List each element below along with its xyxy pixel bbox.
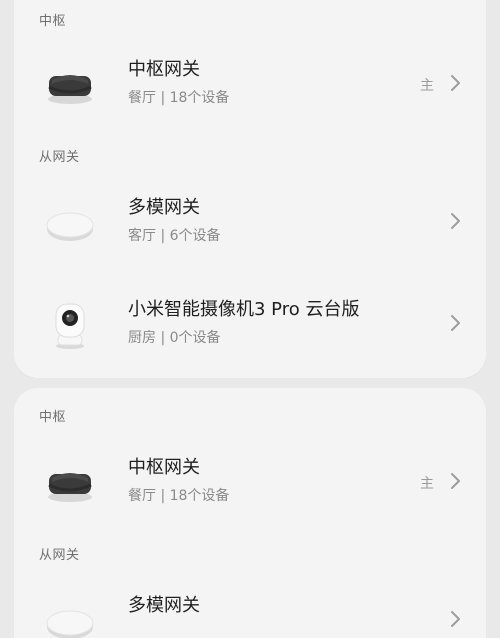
section-label-sub: 从网关 [39, 548, 80, 563]
chevron-right-icon [450, 212, 462, 230]
gateway-row-sub-1[interactable]: 多模网关 客厅 | 6个设备 [14, 188, 486, 260]
chevron-right-icon [450, 74, 462, 92]
primary-tag: 主 [420, 476, 434, 492]
device-name: 多模网关 [128, 197, 200, 218]
device-name: 中枢网关 [128, 59, 200, 80]
gateway-panel-bottom: 中枢 中枢网关 餐厅 | 18个设备 主 从网关 多模网关 [14, 388, 486, 638]
device-name: 小米智能摄像机3 Pro 云台版 [128, 299, 360, 320]
chevron-right-icon [450, 610, 462, 628]
device-meta: 餐厅 | 18个设备 [128, 488, 230, 504]
section-label-sub: 从网关 [39, 150, 80, 165]
section-label-hub: 中枢 [39, 14, 67, 29]
chevron-right-icon [450, 314, 462, 332]
panel-divider [0, 378, 500, 388]
device-meta: 餐厅 | 18个设备 [128, 90, 230, 106]
hub-gateway-icon [42, 56, 98, 112]
device-meta: 厨房 | 0个设备 [128, 330, 221, 346]
hub-gateway-icon [42, 454, 98, 510]
gateway-row-hub[interactable]: 中枢网关 餐厅 | 18个设备 主 [14, 448, 486, 520]
multimode-gateway-icon [42, 194, 98, 250]
chevron-right-icon [450, 472, 462, 490]
gateway-row-sub-2[interactable]: 小米智能摄像机3 Pro 云台版 厨房 | 0个设备 [14, 290, 486, 362]
device-meta: 客厅 | 6个设备 [128, 228, 221, 244]
section-label-hub: 中枢 [39, 410, 67, 425]
primary-tag: 主 [420, 78, 434, 94]
device-name: 中枢网关 [128, 457, 200, 478]
gateway-row-sub-1[interactable]: 多模网关 [14, 586, 486, 638]
device-name: 多模网关 [128, 595, 200, 616]
camera-icon [42, 296, 98, 352]
gateway-row-hub[interactable]: 中枢网关 餐厅 | 18个设备 主 [14, 50, 486, 122]
gateway-panel-top: 中枢 中枢网关 餐厅 | 18个设备 主 从网关 多模网关 客厅 | 6个设备 … [14, 0, 486, 378]
multimode-gateway-icon [42, 592, 98, 638]
